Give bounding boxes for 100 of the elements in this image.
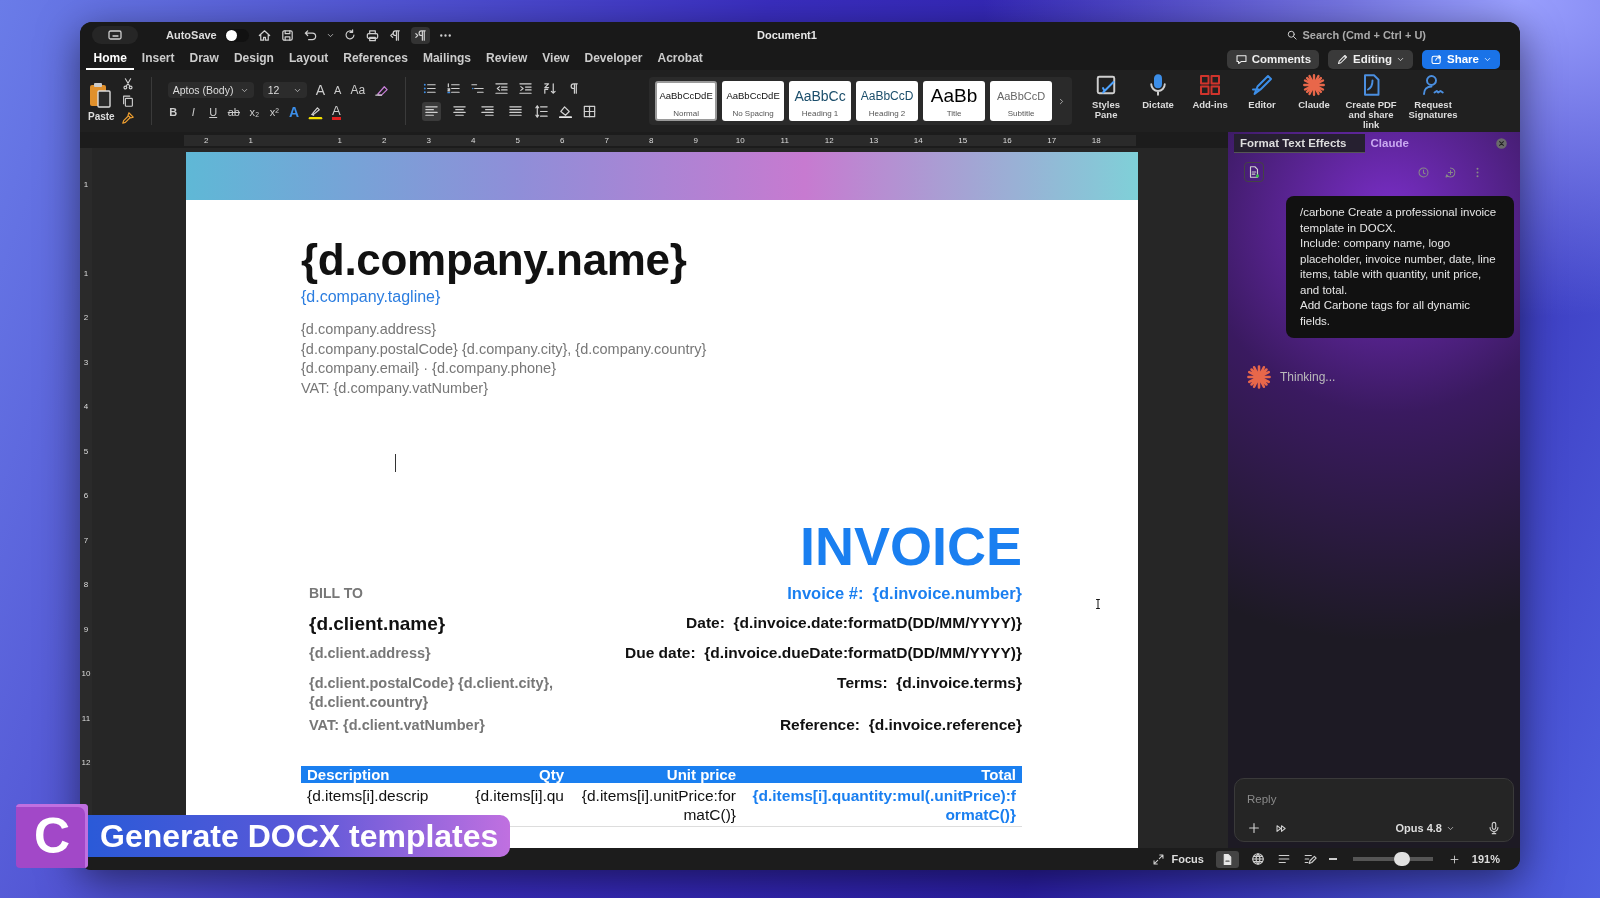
redo-icon[interactable] [342, 28, 357, 42]
align-button[interactable] [422, 102, 442, 121]
ruler-number: 1 [83, 267, 89, 280]
grid-icon [1198, 72, 1223, 97]
highlighter-icon[interactable] [308, 104, 324, 120]
ribbon-tool-button[interactable]: Claude [1290, 72, 1339, 110]
column-header: Qty [458, 766, 570, 783]
format-button[interactable]: x₂ [248, 106, 260, 118]
format-painter-icon[interactable] [120, 111, 135, 125]
style-option[interactable]: AaBbCcD Heading 2 [856, 81, 919, 121]
ribbon-tool-button[interactable]: Styles Pane [1082, 72, 1131, 120]
ribbon-tool-button[interactable]: Request Signatures [1404, 72, 1463, 120]
search-icon [1285, 29, 1298, 41]
reply-input[interactable]: Reply [1247, 793, 1501, 805]
format-button[interactable]: U [207, 106, 219, 118]
search-field[interactable]: Search (Cmd + Ctrl + U) [1285, 29, 1426, 41]
style-option[interactable]: AaBbCcD Subtitle [990, 81, 1053, 121]
print-layout-button[interactable] [1215, 850, 1239, 868]
channel-logo: C [16, 804, 88, 868]
document-status-button[interactable] [1244, 162, 1264, 182]
autosave-toggle[interactable] [224, 28, 249, 42]
print-icon[interactable] [364, 27, 380, 43]
ribbon-tab[interactable]: Insert [134, 48, 183, 70]
shrink-font-button[interactable]: A [334, 84, 342, 96]
comments-button[interactable]: Comments [1226, 49, 1320, 69]
ribbon-tab[interactable]: Developer [576, 48, 650, 70]
close-icon[interactable] [1495, 136, 1508, 150]
ribbon-tab[interactable]: Design [226, 48, 282, 70]
ruler-number: 11 [779, 135, 790, 145]
pilcrow-right-button[interactable] [410, 26, 430, 44]
message-text: Add Carbone tags for all dynamic fields. [1300, 298, 1472, 329]
column-header: Description [301, 766, 458, 783]
panel-tab[interactable]: Format Text Effects [1234, 133, 1365, 153]
font-name-select[interactable]: Aptos (Body) [167, 82, 254, 98]
borders-icon[interactable] [582, 104, 598, 119]
outline-icon[interactable] [1276, 852, 1291, 866]
ribbon-tab[interactable]: Layout [281, 48, 336, 70]
sidebar-button[interactable] [92, 26, 138, 44]
outdent-icon[interactable] [494, 81, 510, 96]
change-case-button[interactable]: Aa [350, 83, 366, 97]
paste-button[interactable]: Paste [88, 80, 115, 122]
ruler-number: 7 [83, 534, 89, 547]
plus-icon[interactable] [1247, 821, 1261, 835]
share-button[interactable]: Share [1422, 49, 1500, 69]
sort-icon[interactable] [542, 81, 558, 96]
multilevel-list-icon[interactable] [470, 81, 486, 96]
shading-icon[interactable] [558, 104, 574, 119]
indent-icon[interactable] [518, 81, 534, 96]
style-option[interactable]: AaBb Title [923, 81, 986, 121]
save-icon[interactable] [279, 27, 295, 43]
invoice-heading: INVOICE [798, 516, 1022, 576]
scissors-icon[interactable] [120, 77, 135, 91]
editing-button[interactable]: Editing [1328, 49, 1414, 69]
focus-button[interactable]: Focus [1171, 853, 1204, 865]
model-select[interactable]: Opus 4.8 [1395, 822, 1455, 834]
zoom-thumb[interactable] [1393, 852, 1410, 866]
pen-icon [1250, 72, 1275, 97]
ruler-number: 13 [868, 135, 880, 145]
expand-icon[interactable] [1152, 852, 1166, 866]
home-icon[interactable] [256, 27, 272, 43]
style-option[interactable]: AaBbCcDdE Normal [655, 81, 718, 121]
pilcrow-left-icon[interactable] [387, 27, 403, 43]
ribbon-tab[interactable]: Draw [182, 48, 227, 70]
panel-tab[interactable]: Claude [1364, 134, 1495, 152]
ribbon-tool-button[interactable]: Editor [1238, 72, 1287, 110]
microphone-icon[interactable] [1487, 821, 1501, 835]
copy-icon[interactable] [120, 94, 135, 108]
ruler-number: 2 [381, 135, 388, 145]
ribbon-tab[interactable]: View [534, 48, 577, 70]
share-icon [1430, 52, 1444, 66]
format-button[interactable]: B [167, 106, 179, 118]
style-option[interactable]: AaBbCc Heading 1 [789, 81, 852, 121]
draft-icon[interactable] [1302, 852, 1317, 866]
line-spacing-icon[interactable] [534, 104, 550, 119]
font-color-button[interactable]: A [332, 104, 341, 120]
window-title: Document1 [757, 29, 817, 41]
text-effects-button[interactable]: A [288, 104, 300, 120]
ribbon-tool-button[interactable]: Create PDF and share link [1342, 72, 1401, 130]
font-size-select[interactable]: 12 [262, 82, 307, 98]
ribbon-tab[interactable]: Mailings [415, 48, 479, 70]
undo-icon[interactable] [302, 27, 318, 43]
format-button[interactable]: I [187, 106, 199, 118]
format-button[interactable]: ab [227, 106, 240, 118]
numbering-icon[interactable] [446, 81, 462, 96]
table-cell: {d.items[i].descrip [307, 787, 429, 804]
new-chat-icon[interactable] [1444, 165, 1457, 179]
ribbon-tab[interactable]: References [335, 48, 416, 70]
ribbon-tab[interactable]: Acrobat [650, 48, 711, 70]
starburst-icon [1302, 72, 1327, 97]
globe-icon[interactable] [1250, 852, 1265, 866]
format-button[interactable]: x² [268, 106, 280, 118]
ribbon-tool-button[interactable]: Dictate [1134, 72, 1183, 110]
reply-box[interactable]: Reply Opus 4.8 [1234, 778, 1514, 842]
zoom-in-icon[interactable] [1448, 853, 1460, 865]
bullets-icon[interactable] [422, 81, 438, 96]
ruler-number: 9 [692, 135, 699, 145]
style-option[interactable]: AaBbCcDdE No Spacing [722, 81, 785, 121]
ribbon-tab[interactable]: Review [478, 48, 535, 70]
ribbon-tool-button[interactable]: Add-ins [1186, 72, 1235, 110]
grow-font-button[interactable]: A [315, 82, 326, 98]
